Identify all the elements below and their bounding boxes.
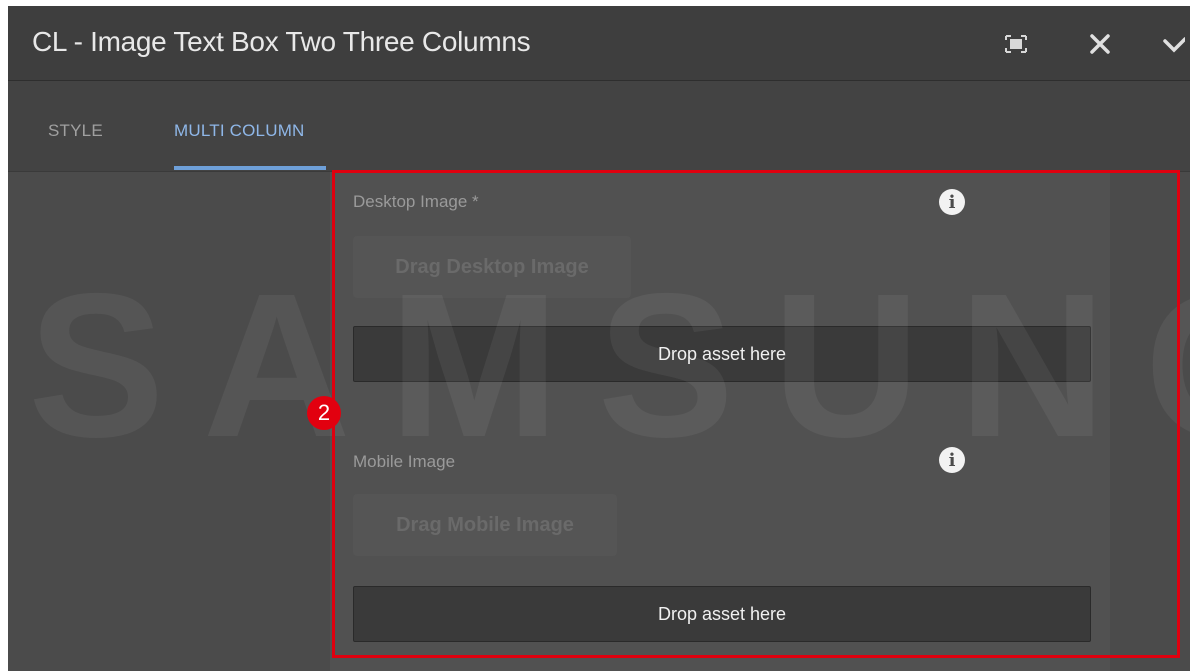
tab-bar: STYLE MULTI COLUMN xyxy=(8,81,1190,172)
info-icon[interactable]: i xyxy=(939,189,965,215)
done-button[interactable] xyxy=(1158,28,1190,60)
fullscreen-button[interactable] xyxy=(1000,28,1032,60)
fullscreen-icon xyxy=(1005,35,1027,53)
desktop-drop-zone[interactable]: Drop asset here xyxy=(353,326,1091,382)
tab-style[interactable]: STYLE xyxy=(48,121,103,141)
close-button[interactable] xyxy=(1084,28,1116,60)
desktop-image-label: Desktop Image * xyxy=(353,192,479,211)
dialog-title: CL - Image Text Box Two Three Columns xyxy=(32,26,531,57)
step-badge: 2 xyxy=(307,396,341,430)
scrollbar-track[interactable] xyxy=(1110,172,1190,671)
drag-mobile-image-button[interactable]: Drag Mobile Image xyxy=(353,494,617,556)
tab-multi-column[interactable]: MULTI COLUMN xyxy=(174,121,305,141)
drag-desktop-image-button[interactable]: Drag Desktop Image xyxy=(353,236,631,298)
dialog-window: CL - Image Text Box Two Three Columns ST… xyxy=(8,6,1190,671)
dialog-header: CL - Image Text Box Two Three Columns xyxy=(8,6,1190,81)
active-tab-indicator xyxy=(174,166,326,170)
close-icon xyxy=(1090,34,1110,54)
mobile-image-label: Mobile Image xyxy=(353,452,456,471)
info-icon[interactable]: i xyxy=(939,447,965,473)
mobile-drop-zone[interactable]: Drop asset here xyxy=(353,586,1091,642)
check-icon xyxy=(1163,37,1185,53)
left-gutter xyxy=(8,172,330,671)
